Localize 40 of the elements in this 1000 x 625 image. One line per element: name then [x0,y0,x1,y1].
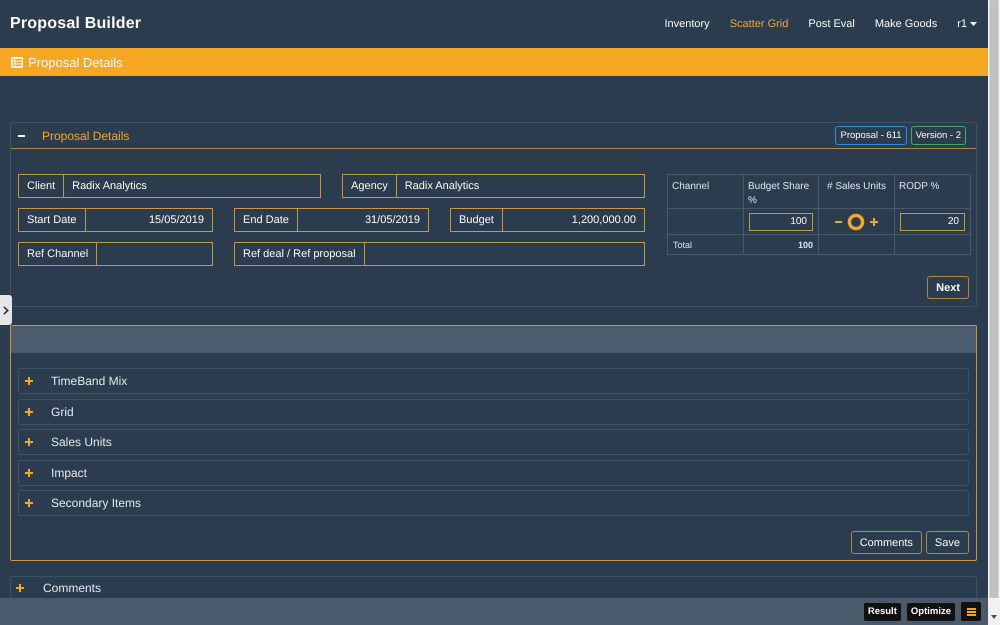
accordion-header[interactable]: Secondary Items [18,490,969,516]
accordion-header[interactable]: TimeBand Mix [18,368,969,394]
column-header: Budget Share % [744,174,818,208]
banner-title: Proposal Details [28,54,123,70]
next-button[interactable]: Next [927,276,969,299]
save-button[interactable]: Save [926,531,969,554]
result-button[interactable]: Result [864,602,901,620]
app-title: Proposal Builder [10,15,142,33]
menu-button[interactable] [961,602,981,621]
ring-icon [847,212,865,230]
panel-title: Proposal Details [42,128,130,142]
nav-link[interactable]: Post Eval [808,18,855,30]
plus-icon[interactable] [870,218,878,226]
column-header: RODP % [894,174,970,208]
caret-icon [970,22,977,26]
input-field[interactable]: 20 [900,212,965,230]
column-header: # Sales Units [818,174,894,208]
sidebar-toggle[interactable] [0,295,12,325]
nav-link[interactable]: Scatter Grid [730,18,788,30]
chevron-icon [3,306,9,314]
list-icon [11,56,23,68]
info-badge: Proposal - 611 [835,126,907,145]
minus-icon[interactable] [835,220,842,222]
accordion-header[interactable]: Grid [18,398,969,424]
scrollbar[interactable] [988,0,1000,625]
accordion-header[interactable]: Sales Units [18,429,969,455]
accordion-header[interactable]: Impact [18,460,969,486]
optimize-button[interactable]: Optimize [906,602,955,620]
table-cell: Total [668,234,744,254]
nav-link[interactable]: Make Goods [874,18,938,30]
nav-link[interactable]: Inventory [664,18,710,30]
input-field[interactable]: 100 [749,212,813,230]
minus-icon[interactable] [18,134,25,136]
menu-icon [966,608,976,616]
comments-button[interactable]: Comments [850,531,922,554]
user-menu[interactable]: r1 [957,18,977,30]
info-badge: Version - 2 [910,126,966,145]
accordion-header[interactable]: Comments [11,577,976,598]
table-cell: 100 [744,234,818,254]
column-header: Channel [668,174,744,208]
